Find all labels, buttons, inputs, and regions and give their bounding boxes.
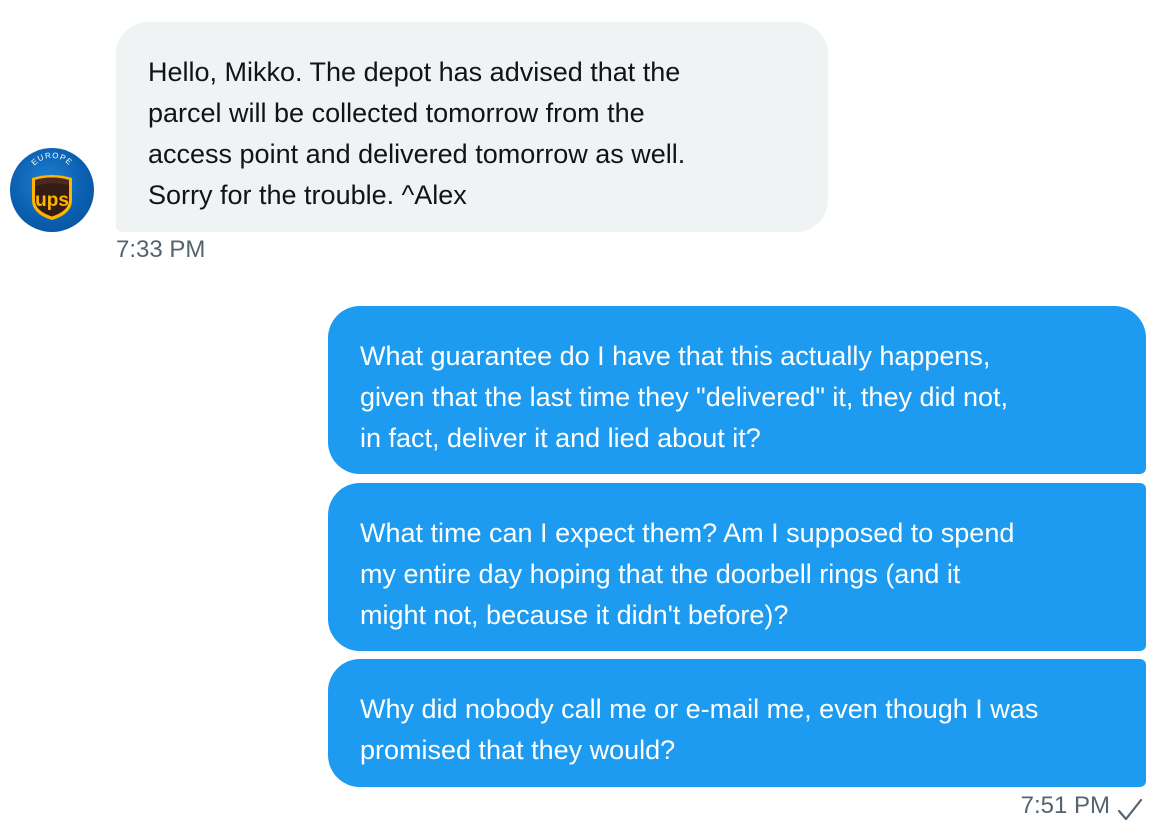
- ups-logo-icon: EUROPE ups: [30, 151, 75, 220]
- message-line: promised that they would?: [360, 735, 676, 765]
- svg-text:EUROPE: EUROPE: [30, 151, 75, 167]
- ups-europe-avatar[interactable]: EUROPE ups: [10, 148, 94, 232]
- avatar-europe-label: EUROPE: [30, 151, 74, 167]
- message-line: What time can I expect them? Am I suppos…: [360, 518, 1015, 548]
- message-timestamp: 7:33 PM: [116, 236, 206, 263]
- message-line: Sorry for the trouble. ^Alex: [148, 180, 467, 210]
- message-timestamp: 7:51 PM: [1020, 792, 1110, 819]
- message-bubble-sent[interactable]: What guarantee do I have that this actua…: [328, 306, 1146, 474]
- avatar-logo-text: ups: [35, 190, 69, 211]
- message-line: parcel will be collected tomorrow from t…: [148, 98, 645, 128]
- message-line: my entire day hoping that the doorbell r…: [360, 559, 961, 589]
- message-line: in fact, deliver it and lied about it?: [360, 423, 761, 453]
- message-bubble-sent[interactable]: What time can I expect them? Am I suppos…: [328, 483, 1146, 651]
- message-line: Hello, Mikko. The depot has advised that…: [148, 57, 681, 87]
- message-line: What guarantee do I have that this actua…: [360, 341, 991, 371]
- message-line: might not, because it didn't before)?: [360, 600, 789, 630]
- message-line: Why did nobody call me or e-mail me, eve…: [360, 694, 1039, 724]
- message-line: given that the last time they "delivered…: [360, 382, 1009, 412]
- check-icon: [1117, 798, 1143, 821]
- conversation-thread: EUROPE ups Hello, Mikko. The depot has a…: [0, 0, 1160, 840]
- message-bubble-sent[interactable]: Why did nobody call me or e-mail me, eve…: [328, 659, 1146, 787]
- message-bubble-received[interactable]: Hello, Mikko. The depot has advised that…: [116, 22, 828, 232]
- message-line: access point and delivered tomorrow as w…: [148, 139, 686, 169]
